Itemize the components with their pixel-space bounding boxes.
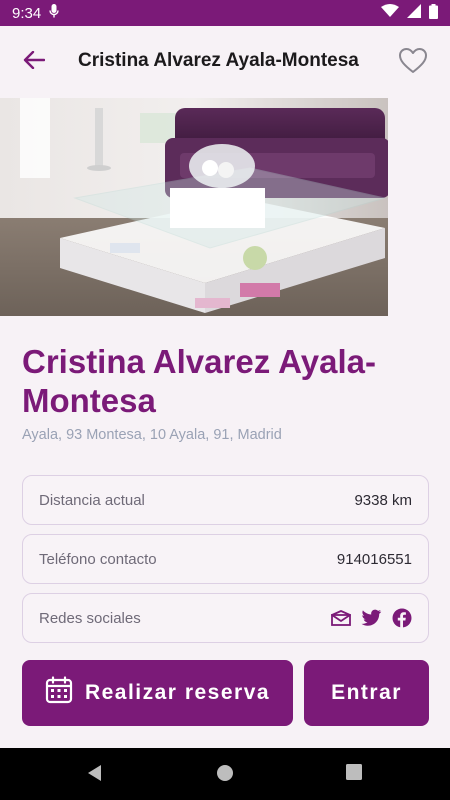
- facebook-icon[interactable]: [392, 608, 412, 628]
- phone-card[interactable]: Teléfono contacto 914016551: [22, 534, 429, 584]
- enter-button-label: Entrar: [331, 681, 402, 704]
- distance-value: 9338 km: [354, 491, 412, 509]
- phone-label: Teléfono contacto: [39, 550, 157, 568]
- nav-back-icon[interactable]: [86, 764, 104, 786]
- hero-image: [0, 98, 388, 316]
- nav-recents-icon[interactable]: [346, 764, 362, 784]
- signal-icon: [407, 4, 421, 22]
- status-bar: 9:34: [0, 0, 450, 26]
- reserve-button[interactable]: Realizar reserva: [22, 660, 293, 726]
- arrow-back-icon: [23, 50, 46, 73]
- back-button[interactable]: [14, 46, 54, 78]
- email-icon[interactable]: [331, 610, 351, 626]
- distance-label: Distancia actual: [39, 491, 145, 509]
- enter-button[interactable]: Entrar: [304, 660, 429, 726]
- microphone-icon: [49, 4, 59, 22]
- wifi-icon: [381, 4, 399, 22]
- calendar-icon: [45, 676, 73, 710]
- app-bar-title: Cristina Alvarez Ayala-Montesa: [78, 50, 359, 71]
- reserve-button-label: Realizar reserva: [84, 681, 271, 704]
- social-label: Redes sociales: [39, 609, 141, 627]
- social-card: Redes sociales: [22, 593, 429, 643]
- heart-icon: [398, 47, 428, 78]
- battery-icon: [429, 3, 438, 23]
- status-time: 9:34: [12, 4, 42, 22]
- distance-card: Distancia actual 9338 km: [22, 475, 429, 525]
- favorite-button[interactable]: [394, 44, 432, 80]
- place-name: Cristina Alvarez Ayala-Montesa: [22, 343, 376, 419]
- system-nav-bar: [0, 748, 450, 800]
- phone-value[interactable]: 914016551: [337, 551, 412, 568]
- place-address: Ayala, 93 Montesa, 10 Ayala, 91, Madrid: [22, 427, 282, 443]
- app-bar: Cristina Alvarez Ayala-Montesa: [0, 26, 450, 98]
- nav-home-icon[interactable]: [216, 764, 234, 786]
- twitter-icon[interactable]: [361, 609, 382, 627]
